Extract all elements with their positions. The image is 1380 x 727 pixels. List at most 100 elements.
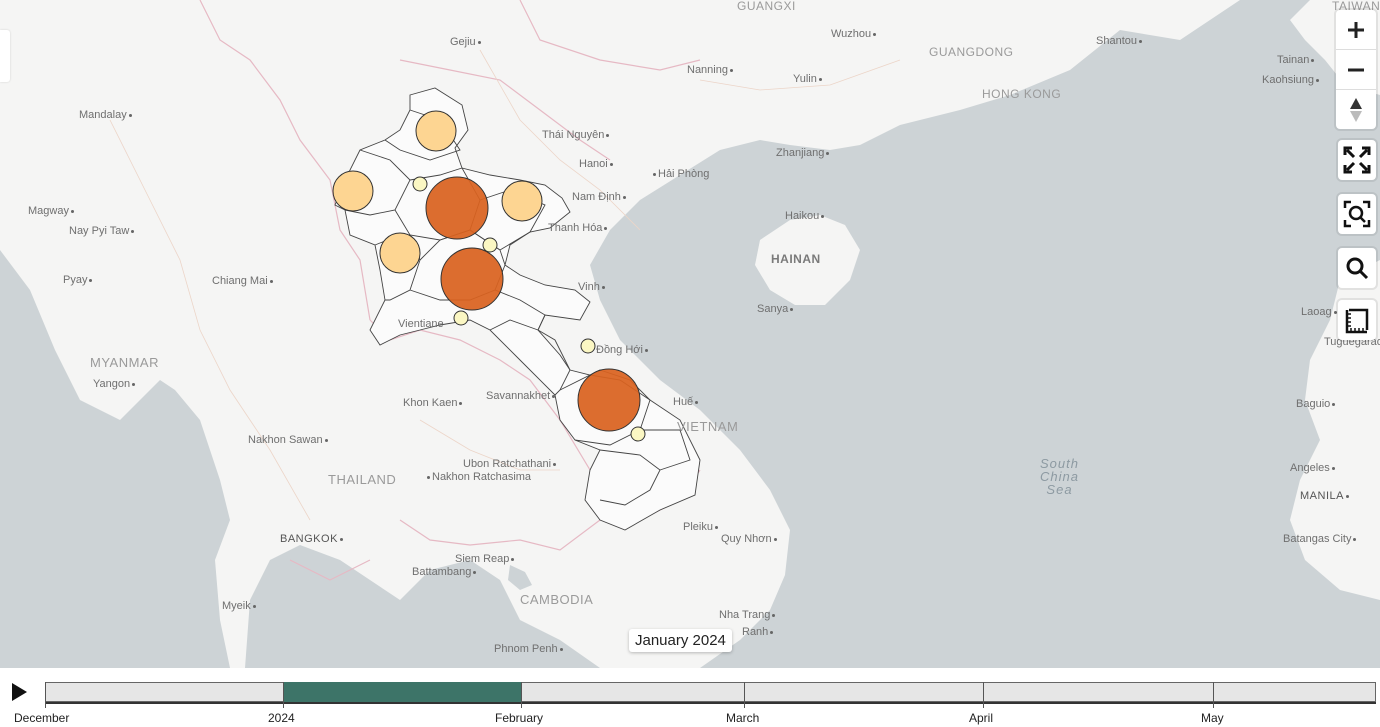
country-label: VIETNAM	[677, 419, 739, 434]
country-label: THAILAND	[328, 472, 397, 487]
place-label: Hải Phòng	[651, 168, 709, 180]
place-label: Baguio	[1296, 398, 1337, 410]
place-label: Đồng Hới	[596, 344, 650, 356]
place-label: Zhanjiang	[776, 147, 831, 159]
place-label: Nakhon Sawan	[248, 434, 330, 446]
bubble-marker[interactable]	[580, 338, 596, 354]
play-icon	[12, 683, 27, 701]
region-label: GUANGDONG	[929, 45, 1014, 59]
bubble-marker[interactable]	[577, 368, 641, 432]
zoom-controls	[1336, 10, 1376, 129]
place-label: Vientiane	[398, 318, 444, 330]
bubble-marker[interactable]	[425, 176, 489, 240]
reset-north-button[interactable]	[1336, 90, 1376, 129]
place-label: Myeik	[222, 600, 258, 612]
place-label: Haikou	[785, 210, 826, 222]
timeline-label: 2024	[268, 711, 295, 725]
region-label: HAINAN	[771, 252, 821, 266]
place-label: Siem Reap	[455, 553, 516, 565]
place-label: Laoag	[1301, 306, 1339, 318]
legend-button[interactable]	[1338, 300, 1376, 340]
place-label: Phnom Penh	[494, 643, 565, 655]
place-label: Wuzhou	[831, 28, 878, 40]
timeline-label: March	[726, 711, 760, 725]
place-label: Ranh	[742, 626, 775, 638]
place-label: Quy Nhơn	[721, 533, 779, 545]
basemap	[0, 0, 1380, 668]
minus-icon	[1348, 68, 1364, 71]
place-label: MANILA	[1300, 490, 1351, 502]
place-label: Angeles	[1290, 462, 1337, 474]
fullscreen-button[interactable]	[1338, 140, 1376, 180]
place-label: BANGKOK	[280, 533, 345, 545]
timeline-label: May	[1201, 711, 1224, 725]
place-label: Pyay	[63, 274, 94, 286]
place-label: Khon Kaen	[403, 397, 464, 409]
place-label: Yangon	[93, 378, 137, 390]
search-button[interactable]	[1338, 248, 1376, 288]
timeline-label: April	[969, 711, 994, 725]
timeline-tick	[283, 682, 284, 708]
side-panel-toggle[interactable]	[0, 30, 10, 82]
bubble-marker[interactable]	[440, 247, 504, 311]
place-label: Sanya	[757, 303, 795, 315]
timeline-selected-range[interactable]	[283, 682, 522, 702]
search-icon	[1346, 257, 1369, 280]
place-label: Hanoi	[579, 158, 615, 170]
place-label: Ubon Ratchathani	[463, 458, 558, 470]
bubble-marker[interactable]	[412, 176, 428, 192]
time-tooltip: January 2024	[629, 629, 732, 652]
place-label: Batangas City	[1283, 533, 1358, 545]
bubble-marker[interactable]	[630, 426, 646, 442]
sea-label: South China Sea	[1040, 456, 1079, 497]
compass-icon	[1350, 97, 1362, 122]
timeline-tick	[744, 682, 745, 708]
place-label: Gejiu	[450, 36, 483, 48]
place-label: Shantou	[1096, 35, 1144, 47]
map-canvas[interactable]: MYANMAR THAILAND CAMBODIA VIETNAM HAINAN…	[0, 0, 1380, 668]
place-label: Battambang	[412, 566, 478, 578]
zoom-extent-icon	[1343, 200, 1371, 228]
place-label: Yulin	[793, 73, 824, 85]
place-label: Tainan	[1277, 54, 1316, 66]
bubble-marker[interactable]	[501, 180, 543, 222]
place-label: Vinh	[578, 281, 607, 293]
timeline-tick	[983, 682, 984, 708]
place-label: Pleiku	[683, 521, 720, 533]
fullscreen-icon	[1343, 146, 1371, 174]
zoom-in-button[interactable]	[1336, 10, 1376, 50]
place-label: Nam Định	[572, 191, 628, 203]
play-button[interactable]	[8, 682, 30, 702]
timeline-tick	[1213, 682, 1214, 708]
place-label: Savannakhet	[486, 390, 557, 402]
region-label: GUANGXI	[737, 0, 796, 13]
place-label: Nanning	[687, 64, 735, 76]
timeline-label: December	[14, 711, 70, 725]
timeline-label: February	[495, 711, 544, 725]
place-label: Thái Nguyên	[542, 129, 611, 141]
place-label: Mandalay	[79, 109, 134, 121]
bubble-marker[interactable]	[379, 232, 421, 274]
legend-icon	[1345, 308, 1369, 334]
timeline-tick	[45, 682, 46, 708]
timeline-axis	[45, 702, 1376, 704]
plus-icon	[1348, 21, 1364, 38]
region-label: HONG KONG	[982, 87, 1062, 101]
place-label: Huế	[673, 396, 700, 408]
bubble-marker[interactable]	[332, 170, 374, 212]
place-label: Kaohsiung	[1262, 74, 1321, 86]
place-label: Nha Trang	[719, 609, 777, 621]
country-label: MYANMAR	[90, 355, 159, 370]
bubble-marker[interactable]	[482, 237, 498, 253]
country-label: CAMBODIA	[520, 592, 594, 607]
timeline-track[interactable]	[45, 682, 1376, 702]
place-label: Chiang Mai	[212, 275, 275, 287]
place-label: Nay Pyi Taw	[69, 225, 136, 237]
zoom-out-button[interactable]	[1336, 50, 1376, 90]
place-label: Thanh Hóa	[548, 222, 609, 234]
zoom-to-data-button[interactable]	[1338, 194, 1376, 234]
bubble-marker[interactable]	[415, 110, 457, 152]
place-label: Magway	[28, 205, 76, 217]
bubble-marker[interactable]	[453, 310, 469, 326]
timeline-tick	[521, 682, 522, 708]
